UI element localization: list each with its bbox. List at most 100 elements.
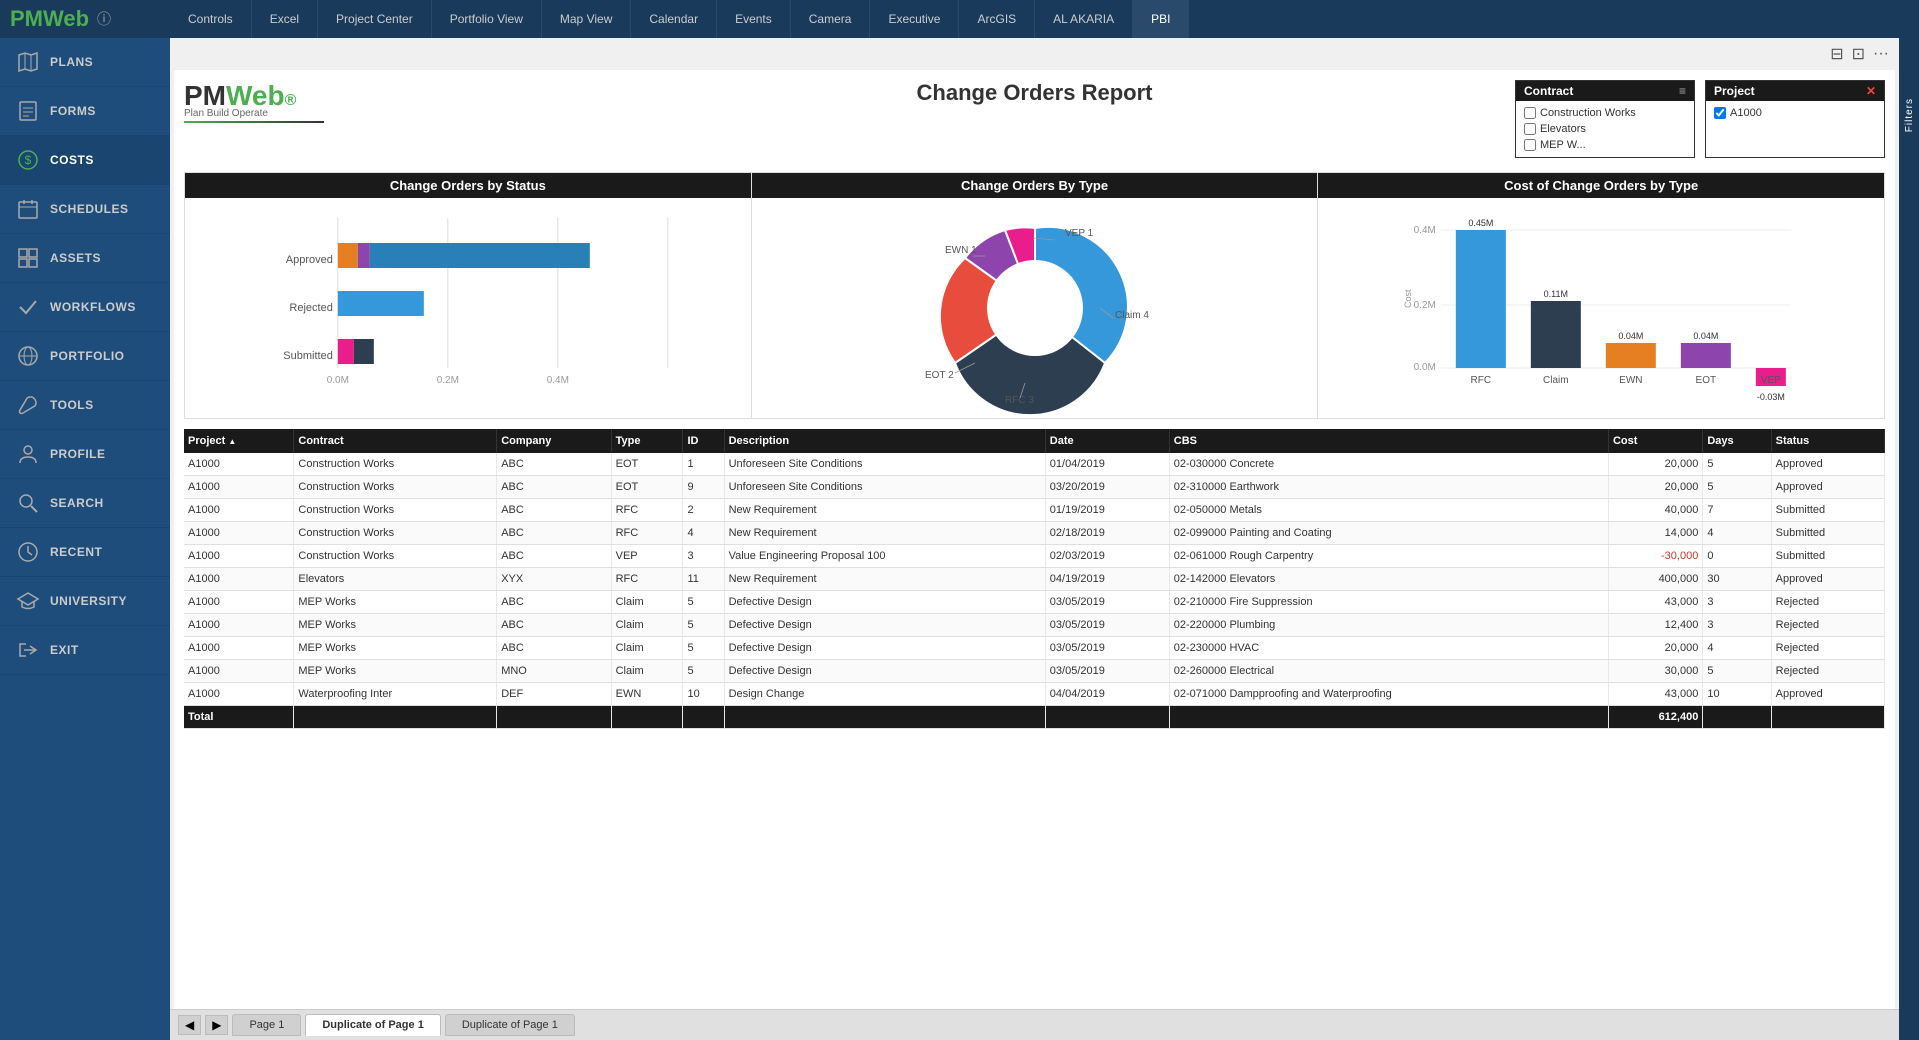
tab-prev-btn[interactable]: ◀ [178, 1015, 201, 1035]
pmweb-logo: PMWeb® Plan Build Operate [184, 80, 324, 123]
col-company[interactable]: Company [497, 429, 611, 453]
table-row[interactable]: A1000MEP WorksMNOClaim5Defective Design0… [184, 660, 1885, 683]
svg-text:0.2M: 0.2M [1414, 300, 1436, 311]
sidebar-item-schedules[interactable]: SCHEDULES [0, 185, 170, 234]
logo-subtitle: Plan Build Operate [184, 108, 324, 119]
sidebar-item-search[interactable]: SEARCH [0, 479, 170, 528]
document-icon [16, 99, 40, 123]
chart-type-donut: Change Orders By Type [752, 173, 1319, 418]
table-row[interactable]: A1000MEP WorksABCClaim5Defective Design0… [184, 637, 1885, 660]
nav-project-center[interactable]: Project Center [318, 0, 432, 38]
filter-contract-item-0[interactable]: Construction Works [1524, 105, 1686, 121]
nav-excel[interactable]: Excel [252, 0, 318, 38]
nav-items: Controls Excel Project Center Portfolio … [170, 0, 1919, 38]
chart-status: Change Orders by Status Approved [185, 173, 752, 418]
report-area: PMWeb® Plan Build Operate Change Orders … [174, 70, 1895, 1009]
nav-pbi[interactable]: PBI [1133, 0, 1189, 38]
clock-icon [16, 540, 40, 564]
table-row[interactable]: A1000Construction WorksABCEOT9Unforeseen… [184, 476, 1885, 499]
table-row[interactable]: A1000ElevatorsXYXRFC11New Requirement04/… [184, 568, 1885, 591]
sidebar: PLANS FORMS $ COSTS SCHEDULES ASSETS [0, 38, 170, 1040]
filter-contract-item-1[interactable]: Elevators [1524, 121, 1686, 137]
svg-text:0.45M: 0.45M [1469, 218, 1494, 228]
sidebar-item-university[interactable]: UNIVERSITY [0, 577, 170, 626]
tab-next-btn[interactable]: ▶ [205, 1015, 228, 1035]
col-project[interactable]: Project ▲ [184, 429, 294, 453]
col-status[interactable]: Status [1771, 429, 1884, 453]
table-row[interactable]: A1000Construction WorksABCRFC2New Requir… [184, 499, 1885, 522]
nav-portfolio-view[interactable]: Portfolio View [432, 0, 542, 38]
sidebar-item-recent[interactable]: RECENT [0, 528, 170, 577]
filter-project-checkbox-0[interactable] [1714, 107, 1726, 119]
table-row[interactable]: A1000MEP WorksABCClaim5Defective Design0… [184, 614, 1885, 637]
sidebar-item-portfolio[interactable]: PORTFOLIO [0, 332, 170, 381]
nav-al-akaria[interactable]: AL AKARIA [1035, 0, 1133, 38]
col-cost[interactable]: Cost [1608, 429, 1702, 453]
col-days[interactable]: Days [1703, 429, 1771, 453]
status-bar-chart: Approved Rejected Submitted [195, 208, 741, 408]
tab-duplicate1[interactable]: Duplicate of Page 1 [305, 1014, 440, 1036]
chart-cost-title: Cost of Change Orders by Type [1318, 173, 1884, 198]
nav-camera[interactable]: Camera [791, 0, 871, 38]
filter-panel-contract: Contract ≡ Construction Works Elevators [1515, 80, 1695, 158]
filter-contract-item-2[interactable]: MEP W... [1524, 137, 1686, 153]
tab-page1[interactable]: Page 1 [232, 1014, 301, 1036]
filters-sidebar[interactable]: Filters [1899, 38, 1919, 1040]
nav-calendar[interactable]: Calendar [631, 0, 717, 38]
col-type[interactable]: Type [611, 429, 683, 453]
filter-contract-checkbox-2[interactable] [1524, 139, 1536, 151]
chart-type-title: Change Orders By Type [752, 173, 1318, 198]
expand-icon[interactable]: ⊡ [1852, 44, 1865, 64]
col-description[interactable]: Description [724, 429, 1045, 453]
table-row[interactable]: A1000Waterproofing InterDEFEWN10Design C… [184, 683, 1885, 706]
cost-bar-chart: 0.4M 0.2M 0.0M Cost 0.45M [1328, 208, 1874, 408]
nav-map-view[interactable]: Map View [542, 0, 631, 38]
filter-project-body: A1000 [1706, 101, 1884, 125]
col-id[interactable]: ID [683, 429, 724, 453]
filter-project-clear[interactable]: ✕ [1866, 84, 1876, 98]
chart-cost-type: Cost of Change Orders by Type 0.4M 0.2M … [1318, 173, 1884, 418]
filter-contract-scroll: ≡ [1679, 84, 1686, 98]
more-icon[interactable]: ··· [1873, 45, 1889, 63]
svg-text:0.04M: 0.04M [1694, 331, 1719, 341]
svg-text:Claim 4: Claim 4 [1115, 310, 1149, 321]
svg-text:Rejected: Rejected [289, 302, 332, 314]
main-layout: PLANS FORMS $ COSTS SCHEDULES ASSETS [0, 38, 1919, 1040]
filter-icon[interactable]: ⊟ [1830, 44, 1843, 64]
logo: PMWeb ⓘ [0, 6, 170, 32]
table-row[interactable]: A1000Construction WorksABCRFC4New Requir… [184, 522, 1885, 545]
col-contract[interactable]: Contract [294, 429, 497, 453]
sidebar-item-plans[interactable]: PLANS [0, 38, 170, 87]
sidebar-item-costs[interactable]: $ COSTS [0, 136, 170, 185]
filter-project-header: Project ✕ [1706, 81, 1884, 101]
table-row[interactable]: A1000Construction WorksABCVEP3Value Engi… [184, 545, 1885, 568]
filter-contract-body: Construction Works Elevators MEP W... [1516, 101, 1694, 157]
filter-project-item-0[interactable]: A1000 [1714, 105, 1876, 121]
info-icon[interactable]: ⓘ [97, 9, 111, 29]
sidebar-item-exit[interactable]: EXIT [0, 626, 170, 675]
nav-events[interactable]: Events [717, 0, 791, 38]
col-cbs[interactable]: CBS [1169, 429, 1608, 453]
filter-panel-project: Project ✕ A1000 [1705, 80, 1885, 158]
sidebar-item-forms[interactable]: FORMS [0, 87, 170, 136]
filter-contract-checkbox-1[interactable] [1524, 123, 1536, 135]
tab-duplicate2[interactable]: Duplicate of Page 1 [445, 1014, 575, 1036]
filter-contract-checkbox-0[interactable] [1524, 107, 1536, 119]
nav-controls[interactable]: Controls [170, 0, 252, 38]
wrench-icon [16, 393, 40, 417]
nav-executive[interactable]: Executive [870, 0, 959, 38]
svg-text:VEP 1: VEP 1 [1065, 228, 1094, 239]
table-row[interactable]: A1000MEP WorksABCClaim5Defective Design0… [184, 591, 1885, 614]
nav-arcgis[interactable]: ArcGIS [959, 0, 1035, 38]
col-date[interactable]: Date [1045, 429, 1169, 453]
sidebar-item-workflows[interactable]: WORKFLOWS [0, 283, 170, 332]
sidebar-item-assets[interactable]: ASSETS [0, 234, 170, 283]
sidebar-item-profile[interactable]: PROFILE [0, 430, 170, 479]
sidebar-item-tools[interactable]: TOOLS [0, 381, 170, 430]
person-icon [16, 442, 40, 466]
bottom-tabs: ◀ ▶ Page 1 Duplicate of Page 1 Duplicate… [170, 1009, 1899, 1040]
table-row[interactable]: A1000Construction WorksABCEOT1Unforeseen… [184, 453, 1885, 476]
svg-text:Approved: Approved [286, 254, 333, 266]
svg-text:EWN 1: EWN 1 [945, 245, 977, 256]
svg-text:Cost: Cost [1403, 289, 1413, 308]
